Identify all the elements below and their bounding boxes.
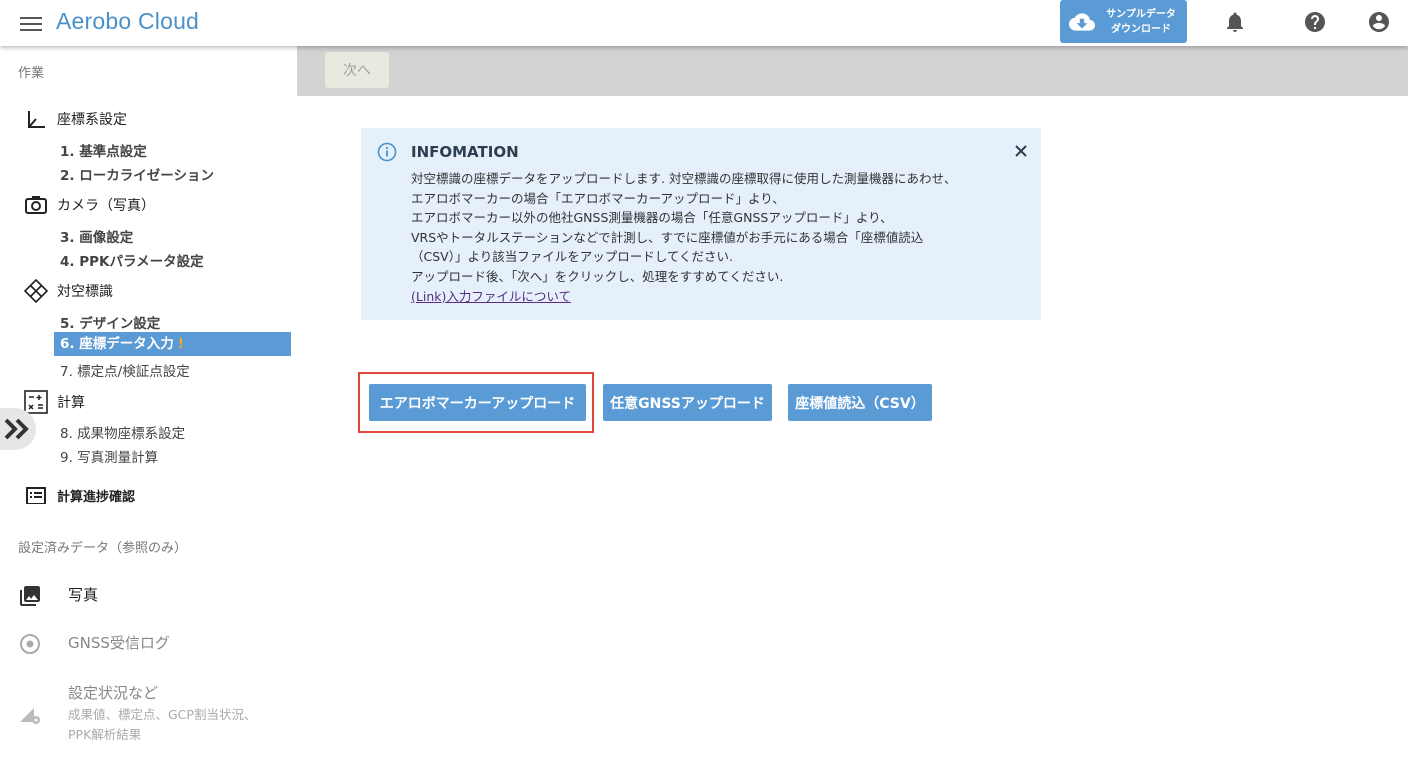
collapse-sidebar-button[interactable] [0,408,36,450]
ref-gnss-log[interactable]: GNSS受信ログ [18,632,170,656]
calculator-icon [24,390,48,414]
info-line: VRSやトータルステーションなどで計測し、すでに座標値がお手元にある場合「座標値… [411,229,924,245]
help-icon[interactable] [1303,10,1327,34]
info-body: 対空標識の座標データをアップロードします. 対空標識の座標取得に使用した測量機器… [411,169,1011,306]
double-chevron-icon [4,418,29,440]
camera-icon [24,193,48,217]
info-icon [377,142,397,162]
app-title[interactable]: Aerobo Cloud [56,8,199,35]
sidebar-group-label: 計算進捗確認 [57,489,136,505]
ref-gnss-label: GNSS受信ログ [68,634,170,652]
bell-icon[interactable] [1223,10,1247,34]
sidebar-item-localization[interactable]: 2. ローカライゼーション [60,164,214,184]
sidebar-group-camera[interactable]: カメラ（写真） [24,193,155,217]
ref-settings-sub1: 成果値、標定点、GCP割当状況、 [68,707,257,722]
ref-photo-label: 写真 [68,586,99,604]
sidebar-item-label: 6. 座標データ入力 [60,336,174,352]
info-line: エアロボマーカーの場合「エアロボマーカーアップロード」より、 [411,190,785,206]
information-panel: INFOMATION 対空標識の座標データをアップロードします. 対空標識の座標… [361,128,1041,320]
sidebar-item-photogrammetry[interactable]: 9. 写真測量計算 [60,446,158,466]
sidebar-item-output-crs[interactable]: 8. 成果物座標系設定 [60,422,185,442]
aerobo-marker-upload-button[interactable]: エアロボマーカーアップロード [369,384,586,421]
sidebar-group-label: カメラ（写真） [57,198,155,214]
sidebar-group-coordinate[interactable]: 座標系設定 [24,107,127,131]
account-icon[interactable] [1367,10,1391,34]
sidebar-group-target[interactable]: 対空標識 [24,279,113,303]
warning-icon: ! [177,336,184,352]
sidebar-group-label: 計算 [57,395,85,411]
sidebar-item-ppk-params[interactable]: 4. PPKパラメータ設定 [60,250,204,270]
sidebar-item-design[interactable]: 5. デザイン設定 [60,312,160,332]
input-file-link[interactable]: (Link)入力ファイルについて [411,289,571,304]
ref-settings-status[interactable]: 設定状況など 成果値、標定点、GCP割当状況、 PPK解析結果 [18,682,256,745]
close-icon[interactable] [1011,141,1031,161]
ref-settings-label: 設定状況など [68,684,159,702]
sidebar-group-label: 座標系設定 [57,112,127,128]
step-toolbar: 次へ [297,46,1408,96]
info-line: エアロボマーカー以外の他社GNSS測量機器の場合「任意GNSSアップロード」より… [411,210,893,226]
section-reference-title: 設定済みデータ（参照のみ） [18,541,188,556]
sample-download-label-2: ダウンロード [1111,23,1171,35]
target-marker-icon [24,279,48,303]
axis-icon [24,107,48,131]
info-line: アップロード後、「次へ」をクリックし、処理をすすめてください. [411,268,784,284]
sidebar-group-label: 対空標識 [57,284,113,300]
photo-icon [20,586,40,606]
sidebar-group-progress[interactable]: 計算進捗確認 [24,486,135,504]
info-line: （CSV）」より該当ファイルをアップロードしてください. [411,249,733,265]
app-header: Aerobo Cloud サンプルデータ ダウンロード [0,0,1408,46]
csv-import-button[interactable]: 座標値読込（CSV） [788,384,932,421]
info-title: INFOMATION [411,143,519,161]
settings-status-icon [20,708,40,724]
gnss-icon [20,634,40,654]
sidebar-group-calc[interactable]: 計算 [24,390,85,414]
ref-photo[interactable]: 写真 [18,584,98,608]
menu-icon[interactable] [20,13,42,33]
sidebar-item-coordinate-input[interactable]: 6. 座標データ入力! [54,332,291,356]
sidebar-item-image-settings[interactable]: 3. 画像設定 [60,226,133,246]
sidebar: 作業 座標系設定 1. 基準点設定 2. ローカライゼーション カメラ（写真） … [0,46,297,765]
cloud-download-icon [1069,12,1095,31]
next-button[interactable]: 次へ [325,52,389,88]
sidebar-item-gcp[interactable]: 7. 標定点/検証点設定 [60,360,190,380]
sample-data-download-button[interactable]: サンプルデータ ダウンロード [1060,0,1187,43]
ref-settings-sub2: PPK解析結果 [68,727,142,742]
list-icon [24,486,48,504]
sidebar-item-base-point[interactable]: 1. 基準点設定 [60,140,147,160]
info-line: 対空標識の座標データをアップロードします. 対空標識の座標取得に使用した測量機器… [411,171,957,186]
gnss-upload-button[interactable]: 任意GNSSアップロード [603,384,772,421]
section-work-title: 作業 [18,66,45,81]
sample-download-label-1: サンプルデータ [1106,8,1176,20]
